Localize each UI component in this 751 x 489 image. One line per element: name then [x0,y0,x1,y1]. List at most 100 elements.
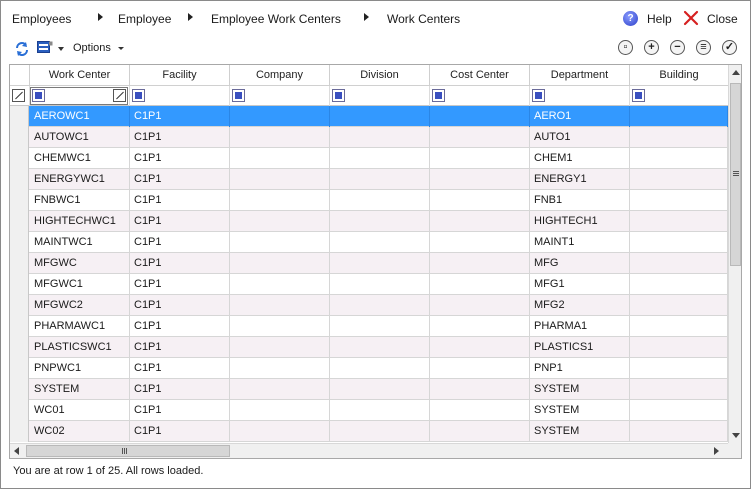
cell-building[interactable] [630,190,728,211]
cell-work-center[interactable]: HIGHTECHWC1 [30,211,130,232]
row-selector[interactable] [10,253,29,274]
cell-work-center[interactable]: PHARMAWC1 [30,316,130,337]
cell-company[interactable] [230,148,330,169]
cell-division[interactable] [330,190,430,211]
cell-division[interactable] [330,253,430,274]
cell-company[interactable] [230,316,330,337]
cell-department[interactable]: SYSTEM [530,379,630,400]
vertical-scrollbar[interactable] [728,65,741,443]
cell-cost-center[interactable] [430,400,530,421]
column-header-division[interactable]: Division [330,65,430,86]
cell-cost-center[interactable] [430,127,530,148]
cell-facility[interactable]: C1P1 [130,232,230,253]
cell-division[interactable] [330,379,430,400]
table-row[interactable]: HIGHTECHWC1 C1P1 HIGHTECH1 [10,211,728,232]
cell-division[interactable] [330,274,430,295]
cell-company[interactable] [230,295,330,316]
help-button[interactable]: Help [647,12,672,26]
cell-building[interactable] [630,148,728,169]
horizontal-scrollbar[interactable] [10,443,728,458]
cell-cost-center[interactable] [430,169,530,190]
cell-department[interactable]: AUTO1 [530,127,630,148]
cell-work-center[interactable]: WC02 [30,421,130,442]
cell-company[interactable] [230,211,330,232]
horizontal-scroll-thumb[interactable] [26,445,230,457]
confirm-button[interactable]: ✓ [722,40,737,55]
cell-facility[interactable]: C1P1 [130,295,230,316]
cell-building[interactable] [630,295,728,316]
cell-facility[interactable]: C1P1 [130,316,230,337]
scroll-right-icon[interactable] [714,447,719,455]
column-header-building[interactable]: Building [630,65,728,86]
row-selector[interactable] [10,379,29,400]
cell-facility[interactable]: C1P1 [130,190,230,211]
cell-department[interactable]: MFG2 [530,295,630,316]
cell-company[interactable] [230,379,330,400]
cell-division[interactable] [330,211,430,232]
cell-cost-center[interactable] [430,274,530,295]
cell-company[interactable] [230,421,330,442]
remove-button[interactable]: − [670,40,685,55]
cell-building[interactable] [630,316,728,337]
cell-division[interactable] [330,232,430,253]
cell-building[interactable] [630,379,728,400]
add-button[interactable]: + [644,40,659,55]
cell-building[interactable] [630,211,728,232]
table-row[interactable]: SYSTEM C1P1 SYSTEM [10,379,728,400]
scroll-up-icon[interactable] [732,70,740,75]
table-row[interactable]: ENERGYWC1 C1P1 ENERGY1 [10,169,728,190]
cell-building[interactable] [630,232,728,253]
cell-facility[interactable]: C1P1 [130,274,230,295]
cell-division[interactable] [330,295,430,316]
cell-division[interactable] [330,106,430,127]
cell-cost-center[interactable] [430,211,530,232]
cell-company[interactable] [230,106,330,127]
cell-building[interactable] [630,421,728,442]
column-header-facility[interactable]: Facility [130,65,230,86]
cell-company[interactable] [230,337,330,358]
cell-company[interactable] [230,190,330,211]
cell-building[interactable] [630,106,728,127]
table-row[interactable]: AEROWC1 C1P1 AERO1 [10,106,728,127]
cell-division[interactable] [330,169,430,190]
options-menu[interactable]: Options [73,42,111,54]
cell-work-center[interactable]: PLASTICSWC1 [30,337,130,358]
scroll-down-icon[interactable] [732,433,740,438]
table-row[interactable]: MFGWC2 C1P1 MFG2 [10,295,728,316]
cell-cost-center[interactable] [430,190,530,211]
table-row[interactable]: AUTOWC1 C1P1 AUTO1 [10,127,728,148]
cell-company[interactable] [230,169,330,190]
cell-cost-center[interactable] [430,316,530,337]
cell-department[interactable]: HIGHTECH1 [530,211,630,232]
layout-icon[interactable] [37,41,53,55]
chevron-down-icon[interactable] [58,47,64,51]
table-row[interactable]: MAINTWC1 C1P1 MAINT1 [10,232,728,253]
table-row[interactable]: WC01 C1P1 SYSTEM [10,400,728,421]
cell-department[interactable]: CHEM1 [530,148,630,169]
cell-building[interactable] [630,274,728,295]
cell-cost-center[interactable] [430,295,530,316]
close-button[interactable]: Close [707,12,738,26]
table-row[interactable]: PHARMAWC1 C1P1 PHARMA1 [10,316,728,337]
column-header-department[interactable]: Department [530,65,630,86]
cell-facility[interactable]: C1P1 [130,106,230,127]
cell-department[interactable]: PNP1 [530,358,630,379]
table-row[interactable]: MFGWC1 C1P1 MFG1 [10,274,728,295]
table-row[interactable]: CHEMWC1 C1P1 CHEM1 [10,148,728,169]
cell-cost-center[interactable] [430,358,530,379]
cell-department[interactable]: MAINT1 [530,232,630,253]
cell-company[interactable] [230,274,330,295]
filter-operator-icon[interactable] [432,89,445,102]
filter-operator-icon[interactable] [332,89,345,102]
cell-cost-center[interactable] [430,232,530,253]
cell-facility[interactable]: C1P1 [130,169,230,190]
cell-work-center[interactable]: FNBWC1 [30,190,130,211]
cell-building[interactable] [630,358,728,379]
row-selector[interactable] [10,358,29,379]
cell-cost-center[interactable] [430,148,530,169]
breadcrumb-employee-work-centers[interactable]: Employee Work Centers [211,12,341,26]
table-row[interactable]: FNBWC1 C1P1 FNB1 [10,190,728,211]
cell-work-center[interactable]: SYSTEM [30,379,130,400]
cell-division[interactable] [330,400,430,421]
row-selector[interactable] [10,190,29,211]
